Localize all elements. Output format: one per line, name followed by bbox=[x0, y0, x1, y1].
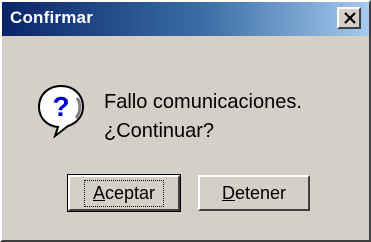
stop-mnemonic: D bbox=[221, 182, 235, 203]
window-title: Confirmar bbox=[10, 8, 94, 27]
question-icon: ? bbox=[37, 84, 85, 138]
message-line-2: ¿Continuar? bbox=[104, 120, 215, 142]
title-bar[interactable]: Confirmar bbox=[2, 2, 369, 36]
confirm-dialog: Confirmar ? Fallo comunicaciones. ¿Conti… bbox=[0, 0, 371, 242]
svg-text:?: ? bbox=[52, 91, 69, 122]
message-line-1: Fallo comunicaciones. bbox=[104, 91, 302, 113]
stop-label-rest: etener bbox=[234, 182, 287, 203]
accept-label-rest: ceptar bbox=[104, 182, 156, 203]
dialog-message: Fallo comunicaciones. ¿Continuar? bbox=[104, 88, 302, 146]
close-icon bbox=[344, 12, 356, 24]
accept-mnemonic: A bbox=[92, 182, 105, 203]
close-button[interactable] bbox=[337, 7, 361, 29]
accept-button[interactable]: Aceptar bbox=[67, 174, 181, 212]
accept-button-label: Aceptar bbox=[83, 179, 165, 207]
stop-button[interactable]: Detener bbox=[198, 175, 310, 211]
stop-button-label: Detener bbox=[222, 183, 286, 204]
